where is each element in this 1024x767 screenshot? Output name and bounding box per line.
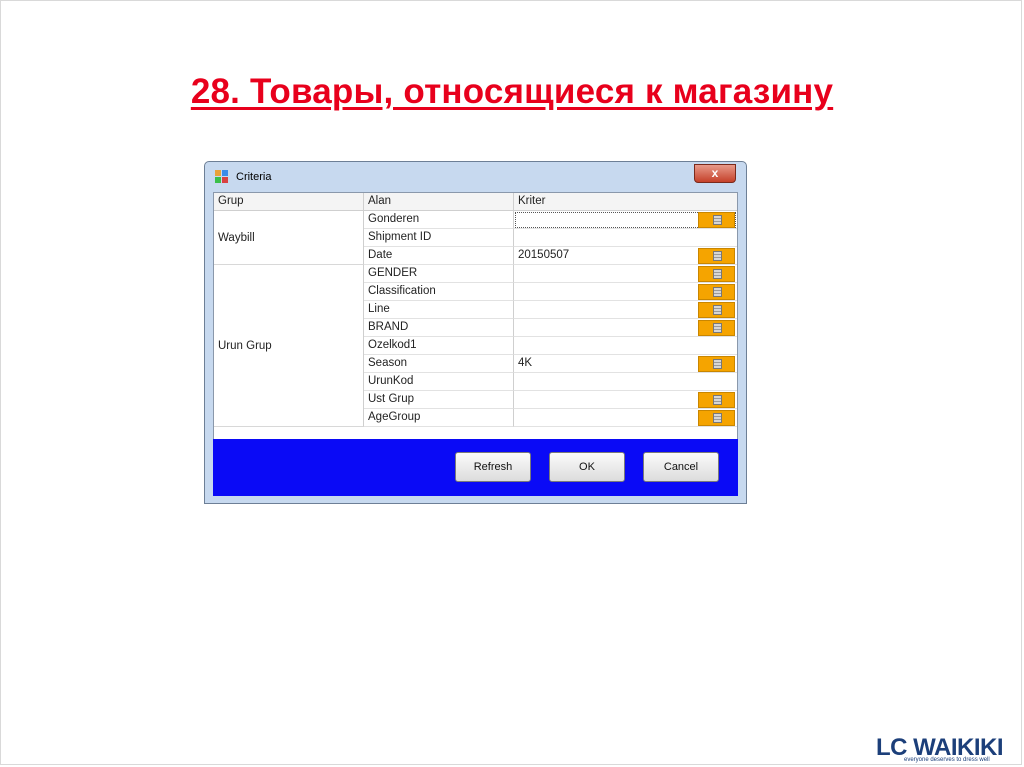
list-picker-icon — [713, 215, 722, 225]
table-row[interactable]: UrunKod — [364, 373, 737, 391]
alan-cell: GENDER — [364, 265, 514, 283]
picker-button[interactable] — [698, 248, 735, 264]
window-title: Criteria — [236, 171, 272, 183]
group-cell-waybill: Waybill — [214, 211, 364, 265]
table-row[interactable]: Gonderen — [364, 211, 737, 229]
table-row[interactable]: Shipment ID — [364, 229, 737, 247]
alan-cell: Date — [364, 247, 514, 265]
alan-cell: BRAND — [364, 319, 514, 337]
list-picker-icon — [713, 323, 722, 333]
button-panel: Refresh OK Cancel — [213, 439, 738, 496]
column-header-alan[interactable]: Alan — [364, 193, 514, 210]
table-row[interactable]: Line — [364, 301, 737, 319]
list-picker-icon — [713, 395, 722, 405]
close-button[interactable]: x — [694, 164, 736, 183]
alan-cell: UrunKod — [364, 373, 514, 391]
cancel-button[interactable]: Cancel — [643, 452, 719, 482]
picker-button[interactable] — [698, 284, 735, 300]
slide-title: 28. Товары, относящиеся к магазину — [190, 72, 834, 111]
alan-cell: Shipment ID — [364, 229, 514, 247]
alan-cell: AgeGroup — [364, 409, 514, 427]
list-picker-icon — [713, 269, 722, 279]
refresh-button[interactable]: Refresh — [455, 452, 531, 482]
alan-cell: Gonderen — [364, 211, 514, 229]
table-row[interactable]: Date 20150507 — [364, 247, 737, 265]
table-row[interactable]: BRAND — [364, 319, 737, 337]
kriter-input[interactable] — [514, 373, 737, 391]
table-row[interactable]: Ust Grup — [364, 391, 737, 409]
table-row[interactable]: Classification — [364, 283, 737, 301]
column-header-grup[interactable]: Grup — [214, 193, 364, 210]
table-row[interactable]: Ozelkod1 — [364, 337, 737, 355]
table-row[interactable]: AgeGroup — [364, 409, 737, 427]
alan-cell: Season — [364, 355, 514, 373]
picker-button[interactable] — [698, 410, 735, 426]
brand-tagline: everyone deserves to dress well — [904, 757, 990, 763]
list-picker-icon — [713, 413, 722, 423]
alan-cell: Ust Grup — [364, 391, 514, 409]
picker-button[interactable] — [698, 212, 735, 228]
column-header-kriter[interactable]: Kriter — [514, 193, 737, 210]
list-picker-icon — [713, 251, 722, 261]
picker-button[interactable] — [698, 356, 735, 372]
alan-cell: Line — [364, 301, 514, 319]
alan-cell: Classification — [364, 283, 514, 301]
picker-button[interactable] — [698, 266, 735, 282]
table-row[interactable]: Season 4K — [364, 355, 737, 373]
picker-button[interactable] — [698, 392, 735, 408]
picker-button[interactable] — [698, 320, 735, 336]
list-picker-icon — [713, 305, 722, 315]
criteria-window: Criteria x Grup Alan Kriter Waybill Urun… — [204, 161, 747, 504]
picker-button[interactable] — [698, 302, 735, 318]
list-picker-icon — [713, 287, 722, 297]
kriter-input[interactable] — [514, 337, 737, 355]
group-cell-urun-grup: Urun Grup — [214, 265, 364, 427]
kriter-input[interactable] — [514, 229, 737, 247]
grid-header: Grup Alan Kriter — [214, 193, 737, 211]
ok-button[interactable]: OK — [549, 452, 625, 482]
alan-cell: Ozelkod1 — [364, 337, 514, 355]
table-row[interactable]: GENDER — [364, 265, 737, 283]
window-titlebar: Criteria x — [205, 162, 746, 192]
app-icon — [215, 170, 229, 184]
criteria-grid: Grup Alan Kriter Waybill Urun Grup Gonde… — [213, 192, 738, 456]
list-picker-icon — [713, 359, 722, 369]
